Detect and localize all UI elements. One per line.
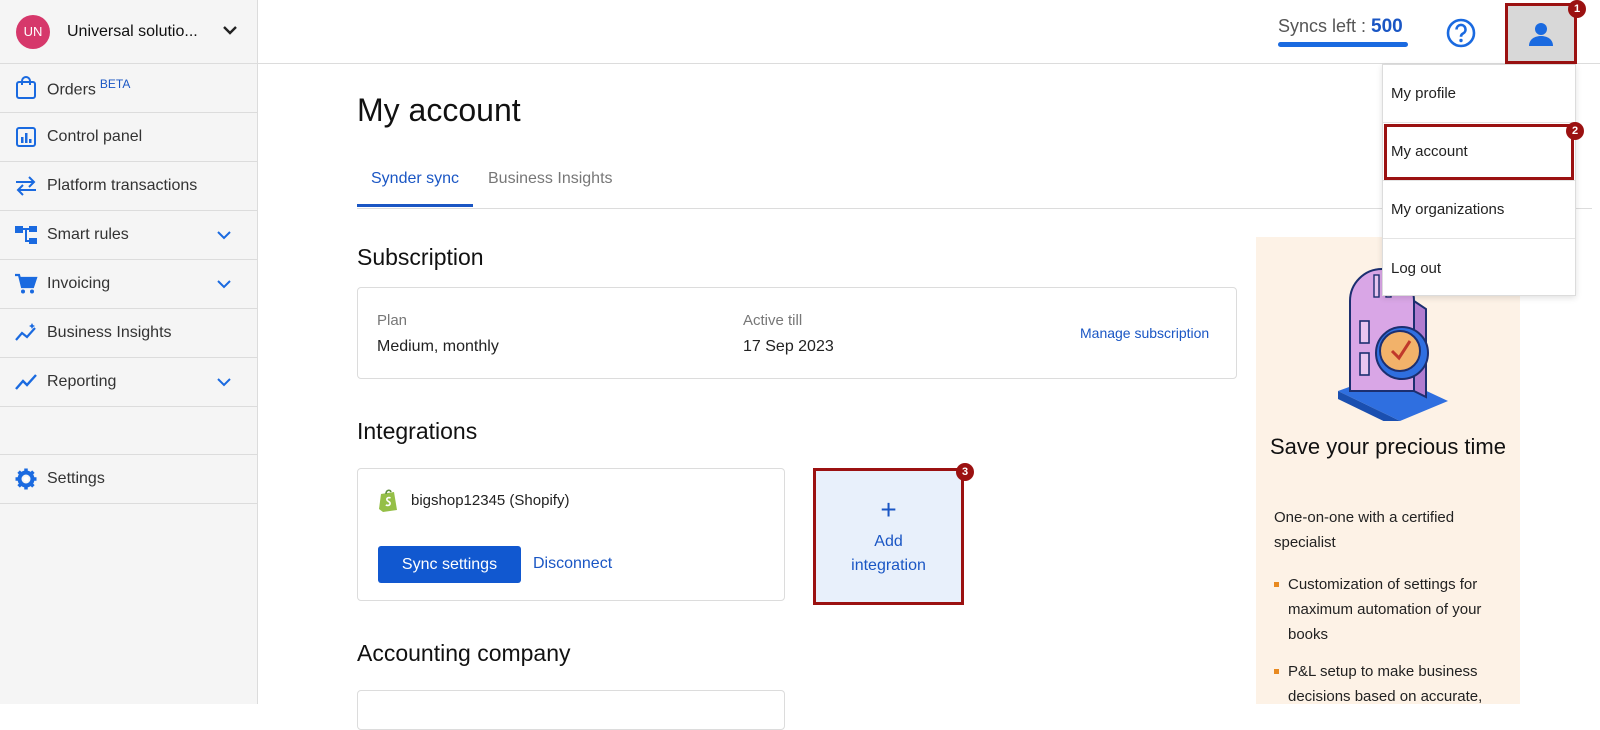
integration-card: bigshop12345 (Shopify) Sync settings Dis…	[357, 468, 785, 601]
chevron-down-icon	[223, 26, 237, 35]
page-title: My account	[357, 92, 521, 128]
sidebar-item-label: Invoicing	[47, 275, 111, 292]
shopping-bag-icon	[14, 76, 38, 100]
step-marker-2: 2	[1566, 122, 1584, 140]
top-bar: Syncs left : 500	[258, 0, 1600, 64]
help-icon[interactable]	[1446, 18, 1476, 48]
sidebar-item-label: Reporting	[47, 373, 117, 390]
sidebar-item-platform-transactions[interactable]: Platform transactions	[0, 162, 257, 211]
plus-icon: +	[880, 493, 897, 525]
accounting-company-card	[357, 690, 785, 730]
disconnect-link[interactable]: Disconnect	[533, 555, 612, 573]
promo-title: Save your precious time	[1270, 434, 1506, 459]
active-till-value: 17 Sep 2023	[743, 338, 834, 355]
promo-subtitle: One-on-one with a certified specialist	[1274, 509, 1455, 551]
promo-benefits-list: Customization of settings for maximum au…	[1274, 572, 1514, 721]
integrations-heading: Integrations	[357, 418, 478, 444]
menu-item-my-profile[interactable]: My profile	[1383, 65, 1575, 123]
sidebar-item-invoicing[interactable]: Invoicing	[0, 260, 257, 309]
trend-line-icon	[14, 370, 38, 394]
sidebar-item-label: Settings	[47, 470, 105, 487]
sidebar: UN Universal solutio... Orders BETA Contr…	[0, 0, 258, 704]
user-icon	[1529, 22, 1553, 46]
sync-settings-button[interactable]: Sync settings	[378, 546, 521, 583]
org-name: Universal solutio...	[67, 22, 198, 40]
syncs-left-value: 500	[1371, 16, 1403, 37]
sidebar-item-smart-rules[interactable]: Smart rules	[0, 211, 257, 260]
menu-item-my-organizations[interactable]: My organizations	[1383, 181, 1575, 239]
sidebar-item-control-panel[interactable]: Control panel	[0, 113, 257, 162]
gear-icon	[14, 467, 38, 491]
org-switcher[interactable]: UN Universal solutio...	[0, 0, 257, 64]
active-till-label: Active till	[743, 312, 803, 329]
sidebar-item-orders[interactable]: Orders BETA	[0, 64, 257, 113]
sidebar-item-reporting[interactable]: Reporting	[0, 358, 257, 407]
hierarchy-icon	[14, 223, 38, 247]
cart-icon	[14, 272, 38, 296]
sidebar-item-settings[interactable]: Settings	[0, 455, 257, 504]
beta-badge: BETA	[99, 76, 131, 91]
subscription-card: Plan Medium, monthly Active till 17 Sep …	[357, 287, 1237, 379]
add-integration-button[interactable]: + Add integration	[813, 468, 964, 605]
user-dropdown-menu: My profile My account My organizations L…	[1382, 64, 1576, 296]
sidebar-spacer	[0, 407, 257, 455]
sidebar-item-label: Platform transactions	[47, 177, 198, 194]
step-marker-1: 1	[1568, 0, 1586, 18]
chevron-down-icon	[217, 231, 231, 240]
sidebar-item-label: Business Insights	[47, 324, 172, 341]
shopify-icon	[379, 489, 397, 512]
sidebar-item-label: Smart rules	[47, 226, 129, 243]
plan-value: Medium, monthly	[377, 338, 499, 355]
insights-icon	[14, 321, 38, 345]
manage-subscription-link[interactable]: Manage subscription	[1080, 325, 1209, 341]
add-integration-label: Add integration	[851, 532, 926, 574]
syncs-progress-bar	[1278, 42, 1408, 47]
chevron-down-icon	[217, 378, 231, 387]
user-menu-button[interactable]	[1505, 3, 1577, 64]
org-avatar: UN	[16, 14, 50, 49]
list-item: Customization of settings for maximum au…	[1274, 572, 1514, 647]
accounting-company-heading: Accounting company	[357, 640, 571, 666]
sidebar-item-label: Control panel	[47, 128, 143, 145]
plan-label: Plan	[377, 312, 408, 329]
sidebar-item-label: Orders BETA	[47, 76, 131, 99]
step-marker-3: 3	[956, 463, 974, 481]
syncs-left-label: Syncs left :	[1278, 16, 1367, 36]
menu-item-my-account[interactable]: My account	[1383, 123, 1575, 181]
dashboard-icon	[14, 125, 38, 149]
chevron-down-icon	[217, 280, 231, 289]
list-item: P&L setup to make business decisions bas…	[1274, 659, 1514, 709]
tab-business-insights[interactable]: Business Insights	[488, 170, 613, 204]
syncs-left-indicator: Syncs left : 500	[1278, 16, 1403, 38]
tab-synder-sync[interactable]: Synder sync	[357, 170, 474, 207]
promo-panel: Save your precious time One-on-one with …	[1256, 237, 1520, 705]
swap-arrows-icon	[14, 174, 38, 198]
integration-name: bigshop12345 (Shopify)	[411, 492, 570, 509]
menu-item-log-out[interactable]: Log out	[1383, 239, 1575, 297]
sidebar-item-business-insights[interactable]: Business Insights	[0, 309, 257, 358]
subscription-heading: Subscription	[357, 244, 484, 270]
